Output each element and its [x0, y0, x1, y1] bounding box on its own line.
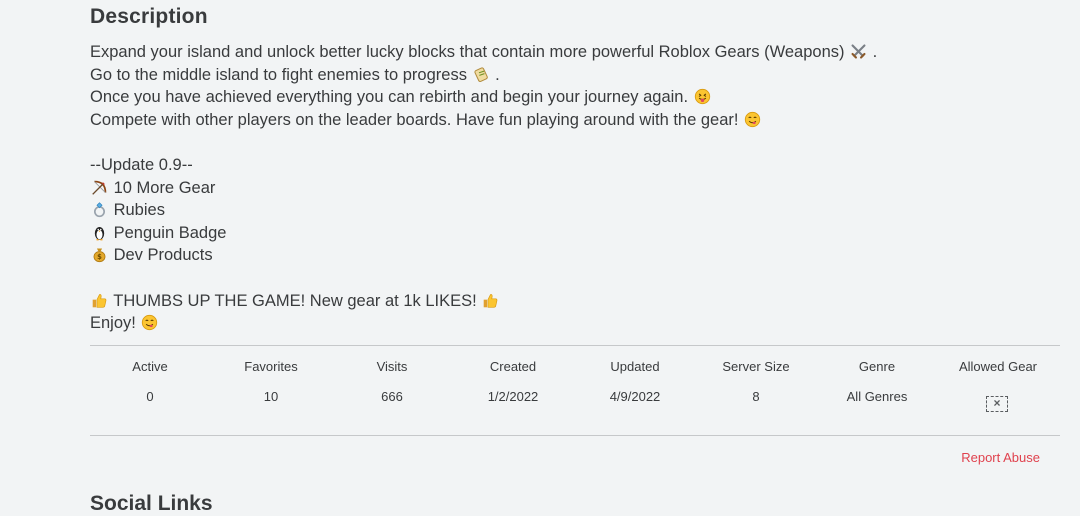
stat-label: Updated [610, 359, 660, 374]
stat-label: Allowed Gear [958, 359, 1038, 374]
stat-label: Active [132, 359, 168, 374]
description-text: Once you have achieved everything you ca… [90, 88, 693, 107]
penguin-icon [91, 224, 108, 241]
description-text: --Update 0.9-- [90, 155, 193, 174]
report-abuse-link[interactable]: Report Abuse [961, 450, 1040, 465]
yum-face-icon [141, 314, 158, 331]
description-suffix: . [868, 43, 878, 61]
description-text: Penguin Badge [109, 223, 227, 242]
stat-value: 10 [263, 389, 279, 404]
description-line: Go to the middle island to fight enemies… [90, 64, 1050, 87]
description-line: Compete with other players on the leader… [90, 109, 1050, 132]
description-line: THUMBS UP THE GAME! New gear at 1k LIKES… [90, 290, 1050, 313]
description-line: Enjoy! [90, 312, 1050, 335]
description-text: Dev Products [109, 246, 213, 265]
stat-value: 4/9/2022 [609, 389, 661, 404]
description-text: Enjoy! [90, 314, 141, 333]
description-line: Expand your island and unlock better luc… [90, 41, 1050, 64]
svg-text:$: $ [97, 254, 102, 262]
yum-face-icon [744, 111, 761, 128]
stat-value: All Genres [846, 389, 908, 404]
crossed-swords-icon [850, 43, 867, 60]
bow-arrow-icon [91, 179, 108, 196]
description-line: --Update 0.9-- [90, 154, 1050, 177]
stat-label: Genre [858, 359, 896, 374]
tongue-face-icon [694, 88, 711, 105]
stat-value: 8 [752, 389, 760, 404]
description-line: 10 More Gear [90, 177, 1050, 200]
description-body: Expand your island and unlock better luc… [90, 41, 1050, 335]
description-text: Rubies [109, 201, 165, 220]
stat-value: 666 [381, 389, 403, 404]
stat-value: 0 [146, 389, 154, 404]
stat-label: Created [489, 359, 537, 374]
stat-label: Visits [376, 359, 408, 374]
game-stats: Active 0 Favorites 10 Visits 666 Created… [90, 345, 1060, 436]
thumbs-up-icon [91, 292, 108, 309]
stat-label: Favorites [244, 359, 298, 374]
description-text: THUMBS UP THE GAME! New gear at 1k LIKES… [109, 291, 482, 310]
description-text: Expand your island and unlock better luc… [90, 43, 850, 61]
description-line: Penguin Badge [90, 222, 1050, 245]
scroll-icon [473, 66, 490, 83]
description-line: $ Dev Products [90, 244, 1050, 267]
description-text: 10 More Gear [109, 178, 216, 197]
description-text: Compete with other players on the leader… [90, 110, 744, 129]
thumbs-up-icon [482, 292, 499, 309]
stat-value: 1/2/2022 [487, 389, 539, 404]
stat-label: Server Size [722, 359, 790, 374]
description-line: Rubies [90, 199, 1050, 222]
description-heading: Description [90, 5, 208, 28]
social-links-heading: Social Links [90, 492, 213, 515]
ring-icon [91, 201, 108, 218]
money-bag-icon: $ [91, 246, 108, 263]
no-gear-icon[interactable]: × [986, 396, 1008, 412]
description-line: Once you have achieved everything you ca… [90, 86, 1050, 109]
description-suffix: . [490, 65, 500, 84]
description-text: Go to the middle island to fight enemies… [90, 65, 472, 84]
